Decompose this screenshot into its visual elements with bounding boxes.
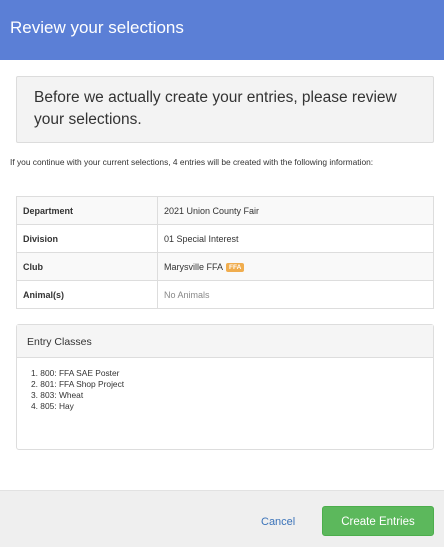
row-value-department: 2021 Union County Fair	[157, 196, 434, 225]
dialog-title: Review your selections	[10, 18, 184, 37]
club-name: Marysville FFA	[164, 261, 224, 272]
list-item: 2. 801: FFA Shop Project	[31, 379, 125, 389]
entry-class-list: 1. 800: FFA SAE Poster 2. 801: FFA Shop …	[31, 368, 433, 412]
dialog-header: Review your selections	[0, 0, 444, 60]
row-label-club: Club	[16, 252, 158, 281]
entry-classes-title: Entry Classes	[17, 325, 433, 358]
selection-summary-table: Department 2021 Union County Fair Divisi…	[16, 196, 434, 309]
row-value-animals: No Animals	[157, 280, 434, 309]
table-row: Club Marysville FFA FFA	[16, 252, 434, 281]
entry-classes-body: 1. 800: FFA SAE Poster 2. 801: FFA Shop …	[17, 358, 433, 412]
table-row: Department 2021 Union County Fair	[16, 196, 434, 225]
dialog-footer: Cancel Create Entries	[0, 490, 444, 547]
list-item: 4. 805: Hay	[31, 401, 74, 411]
row-label-department: Department	[16, 196, 158, 225]
review-notice: Before we actually create your entries, …	[16, 76, 434, 143]
cancel-button[interactable]: Cancel	[261, 516, 295, 528]
list-item: 3. 803: Wheat	[31, 390, 84, 400]
table-row: Animal(s) No Animals	[16, 280, 434, 309]
table-row: Division 01 Special Interest	[16, 224, 434, 253]
create-entries-button[interactable]: Create Entries	[322, 506, 434, 536]
row-value-division: 01 Special Interest	[157, 224, 434, 253]
club-badge: FFA	[226, 262, 245, 272]
row-label-division: Division	[16, 224, 158, 253]
list-item: 1. 800: FFA SAE Poster	[31, 368, 120, 378]
row-value-club: Marysville FFA FFA	[157, 252, 434, 281]
row-label-animals: Animal(s)	[16, 280, 158, 309]
intro-text: If you continue with your current select…	[10, 157, 374, 167]
entry-classes-panel: Entry Classes 1. 800: FFA SAE Poster 2. …	[16, 324, 434, 450]
